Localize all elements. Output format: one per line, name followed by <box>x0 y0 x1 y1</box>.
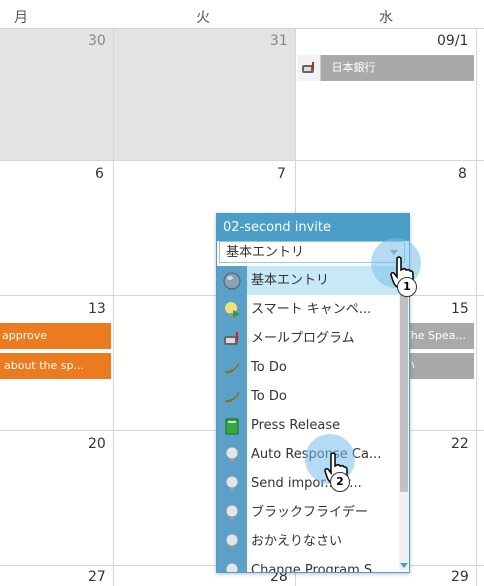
mailbox-icon <box>217 324 247 353</box>
day-number: 22 <box>451 436 469 452</box>
day-number: 7 <box>277 166 286 182</box>
prev-month-cell <box>114 29 295 160</box>
book-icon <box>217 411 247 440</box>
smart-campaign-icon <box>217 295 247 324</box>
step-marker-2: 2 <box>330 472 350 492</box>
weekday-header: 月 火 水 <box>0 0 484 29</box>
list-item[interactable]: Change Program S... <box>217 556 399 572</box>
grid-line <box>113 28 114 586</box>
banana-icon <box>217 353 247 382</box>
lightbulb-icon <box>217 527 247 556</box>
day-number: 6 <box>95 166 104 182</box>
calendar-event-bank[interactable]: 日本銀行 <box>298 55 474 81</box>
day-number: 15 <box>451 301 469 317</box>
list-scrollbar[interactable] <box>399 266 409 570</box>
day-number: 13 <box>88 301 106 317</box>
day-number: 30 <box>88 33 106 49</box>
list-item[interactable]: スマート キャンペ... <box>217 295 399 324</box>
list-item[interactable]: Send impor...gr... <box>217 469 399 498</box>
list-item[interactable]: ブラックフライデー <box>217 498 399 527</box>
scroll-down-arrow-icon[interactable] <box>400 563 408 568</box>
weekday-tue: 火 <box>196 10 210 26</box>
channel-list: 基本エントリ スマート キャンペ... メールプログラム To Do To Do <box>217 266 399 572</box>
event-label: 日本銀行 <box>331 61 376 74</box>
day-number: 31 <box>270 33 288 49</box>
calendar-event-approve[interactable]: approve <box>0 323 111 349</box>
event-label: approve <box>2 329 47 342</box>
event-label: about the sp... <box>4 359 84 372</box>
step-marker-1: 1 <box>397 277 417 297</box>
list-item[interactable]: メールプログラム <box>217 324 399 353</box>
weekday-mon: 月 <box>14 10 28 26</box>
day-number: 8 <box>458 166 467 182</box>
mailbox-icon <box>298 55 321 81</box>
weekday-wed: 水 <box>379 10 393 26</box>
lightbulb-icon <box>217 498 247 527</box>
lightbulb-icon <box>217 556 247 572</box>
calendar-event-partial[interactable]: い <box>400 353 474 379</box>
globe-icon <box>217 266 247 295</box>
list-item[interactable]: To Do <box>217 353 399 382</box>
scrollbar-thumb[interactable] <box>400 270 408 492</box>
grid-line <box>0 160 484 161</box>
list-item[interactable]: To Do <box>217 382 399 411</box>
grid-line <box>476 28 477 586</box>
calendar-event-speaker[interactable]: The Spea... <box>400 323 474 349</box>
calendar-event-about[interactable]: about the sp... <box>0 353 111 379</box>
popup-title: 02-second invite <box>217 214 409 241</box>
list-item[interactable]: おかえりなさい <box>217 527 399 556</box>
day-number: 20 <box>88 436 106 452</box>
combo-value: 基本エントリ <box>226 245 305 260</box>
lightbulb-icon <box>217 440 247 469</box>
day-number: 29 <box>451 569 469 585</box>
day-number: 27 <box>88 569 106 585</box>
banana-icon <box>217 382 247 411</box>
day-number: 09/1 <box>437 33 469 49</box>
lightbulb-icon <box>217 469 247 498</box>
list-item[interactable]: Press Release <box>217 411 399 440</box>
